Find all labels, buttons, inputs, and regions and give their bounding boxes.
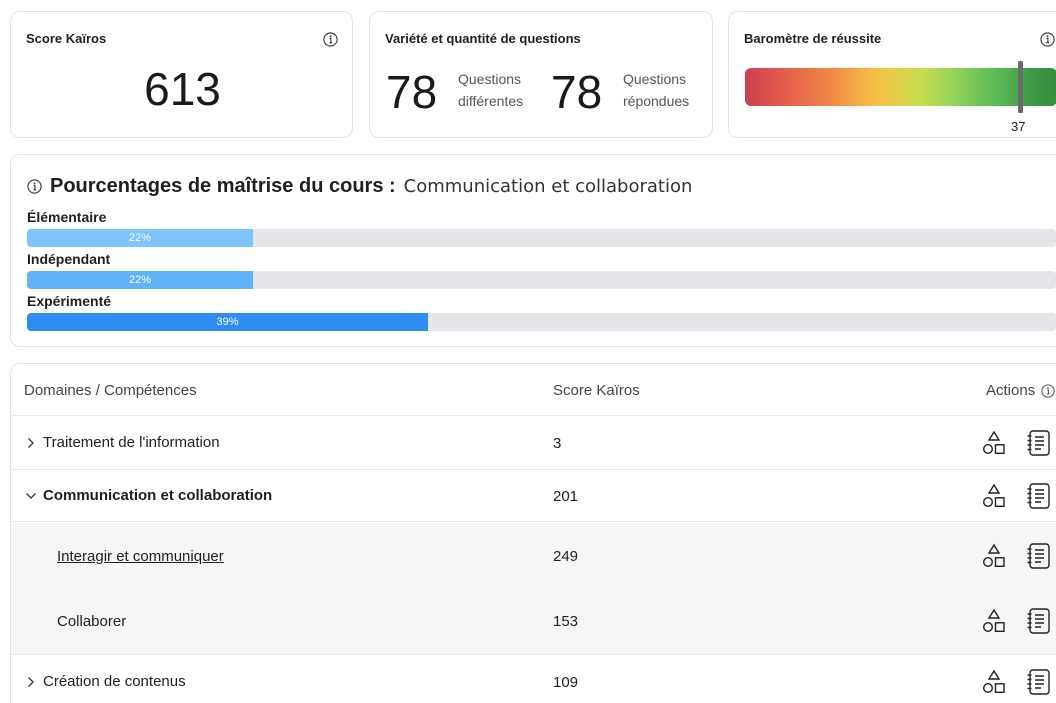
- shapes-icon[interactable]: [981, 429, 1007, 457]
- level-fill-experienced: 39%: [27, 313, 428, 331]
- row-name-link[interactable]: Interagir et communiquer: [57, 548, 224, 565]
- barometer-card-title: Baromètre de réussite: [744, 31, 882, 46]
- chevron-down-icon[interactable]: [24, 489, 38, 503]
- table-row[interactable]: Création de contenus 109: [11, 656, 1056, 703]
- row-score: 201: [553, 488, 579, 505]
- mastery-title: Pourcentages de maîtrise du cours :: [50, 175, 396, 197]
- different-questions-label: Questions différentes: [458, 68, 523, 112]
- row-toggle[interactable]: Communication et collaboration: [24, 487, 272, 504]
- level-label-experienced: Expérimenté: [27, 293, 112, 309]
- info-icon[interactable]: [27, 179, 42, 194]
- level-percent-experienced: 39%: [216, 316, 239, 328]
- header-domain[interactable]: Domaines / Compétences: [24, 382, 197, 399]
- row-score: 153: [553, 613, 579, 630]
- different-label-line2: différentes: [458, 93, 524, 109]
- chevron-right-icon[interactable]: [24, 436, 38, 450]
- level-label-elementary: Élémentaire: [27, 209, 107, 225]
- document-list-icon[interactable]: [1026, 482, 1052, 510]
- level-track-experienced: 39%: [27, 313, 1056, 331]
- score-value: 613: [144, 63, 221, 115]
- mastery-course-name: Communication et collaboration: [403, 176, 693, 197]
- level-percent-independent: 22%: [128, 274, 152, 286]
- document-list-icon[interactable]: [1026, 668, 1052, 696]
- skills-table: Domaines / Compétences Score Kaïros Acti…: [10, 363, 1056, 703]
- answered-label-line2: répondues: [623, 93, 690, 109]
- row-name: Traitement de l'information: [43, 434, 220, 451]
- score-card: Score Kaïros 613: [10, 11, 353, 138]
- table-row[interactable]: Collaborer 153: [11, 589, 1056, 655]
- shapes-icon[interactable]: [981, 668, 1007, 696]
- variety-card: Variété et quantité de questions 78 Ques…: [369, 11, 713, 138]
- variety-card-title: Variété et quantité de questions: [385, 31, 581, 46]
- row-name: Communication et collaboration: [43, 487, 273, 504]
- row-toggle[interactable]: Création de contenus: [24, 673, 186, 690]
- level-fill-elementary: 22%: [27, 229, 253, 247]
- table-header: Domaines / Compétences Score Kaïros Acti…: [11, 364, 1056, 416]
- level-track-elementary: 22%: [27, 229, 1056, 247]
- answered-questions-label: Questions répondues: [623, 68, 689, 112]
- header-actions: Actions: [986, 382, 1055, 399]
- answered-label-line1: Questions: [623, 71, 687, 87]
- shapes-icon[interactable]: [981, 542, 1007, 570]
- barometer-marker: [1018, 61, 1023, 113]
- info-icon[interactable]: [1041, 383, 1055, 398]
- barometer-card: Baromètre de réussite 37: [728, 11, 1056, 138]
- row-score: 249: [553, 548, 579, 565]
- header-score[interactable]: Score Kaïros: [553, 382, 640, 399]
- info-icon[interactable]: [323, 32, 338, 47]
- different-questions-count: 78: [386, 66, 438, 118]
- header-actions-label: Actions: [986, 382, 1036, 399]
- document-list-icon[interactable]: [1026, 542, 1052, 570]
- level-track-independent: 22%: [27, 271, 1056, 289]
- barometer-value: 37: [1011, 119, 1026, 134]
- document-list-icon[interactable]: [1026, 429, 1052, 457]
- row-toggle[interactable]: Traitement de l'information: [24, 434, 220, 451]
- row-name: Création de contenus: [43, 673, 186, 690]
- different-label-line1: Questions: [458, 71, 522, 87]
- mastery-heading: Pourcentages de maîtrise du cours : Comm…: [27, 175, 692, 198]
- document-list-icon[interactable]: [1026, 607, 1052, 635]
- info-icon[interactable]: [1040, 32, 1055, 47]
- score-card-title: Score Kaïros: [26, 31, 107, 46]
- row-name: Collaborer: [57, 613, 127, 630]
- table-row[interactable]: Interagir et communiquer 249: [11, 523, 1056, 589]
- mastery-card: Pourcentages de maîtrise du cours : Comm…: [10, 154, 1056, 347]
- shapes-icon[interactable]: [981, 607, 1007, 635]
- level-percent-elementary: 22%: [128, 232, 152, 244]
- shapes-icon[interactable]: [981, 482, 1007, 510]
- level-label-independent: Indépendant: [27, 251, 111, 267]
- table-row[interactable]: Communication et collaboration 201: [11, 470, 1056, 522]
- table-row[interactable]: Traitement de l'information 3: [11, 417, 1056, 470]
- row-score: 3: [553, 435, 562, 452]
- level-fill-independent: 22%: [27, 271, 253, 289]
- barometer-gradient-bar: [745, 68, 1056, 106]
- row-score: 109: [553, 674, 579, 691]
- answered-questions-count: 78: [551, 66, 603, 118]
- chevron-right-icon[interactable]: [24, 675, 38, 689]
